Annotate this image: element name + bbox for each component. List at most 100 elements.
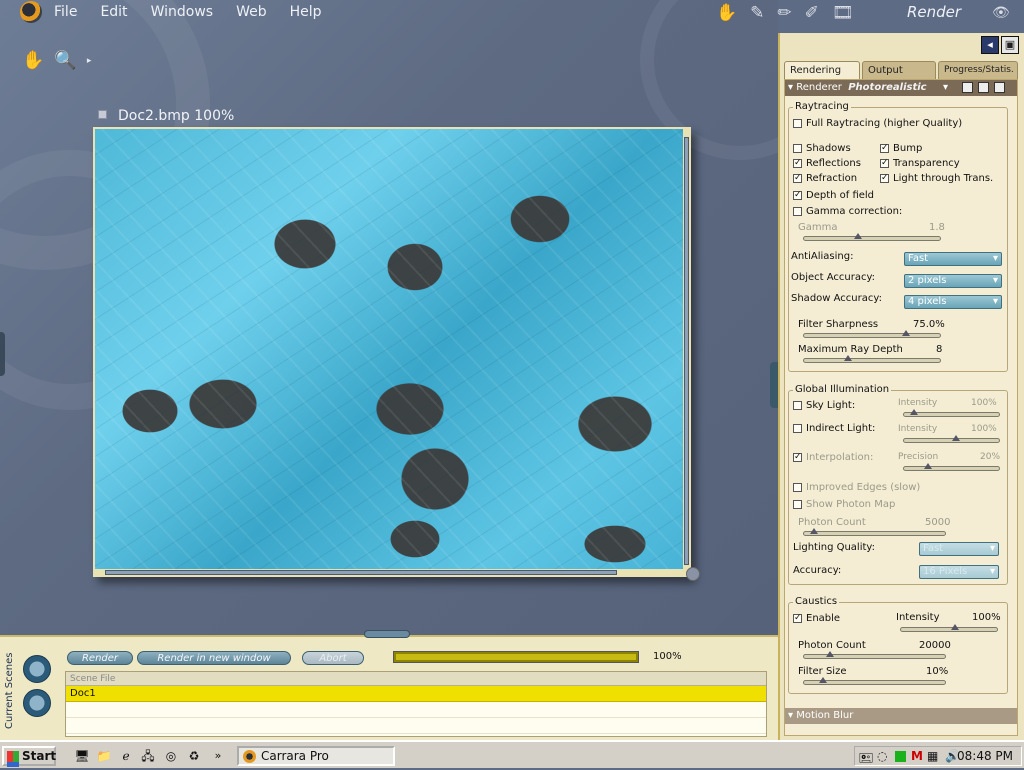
tab-progress[interactable]: Progress/Statis. [938,61,1018,79]
tools-more-arrow-icon[interactable]: ▸ [87,56,92,66]
render-room-icon[interactable]: 🎞 [832,3,854,23]
bump-checkbox[interactable]: ✓ Bump [880,143,922,154]
antialiasing-select[interactable]: Fast [904,252,1002,266]
caustics-intensity-slider[interactable] [900,624,998,632]
render-new-window-button[interactable]: Render in new window [137,651,291,665]
network-icon[interactable]: 🖧 [140,748,156,764]
indirect-light-checkbox[interactable]: Indirect Light: [793,423,875,434]
menu-help[interactable]: Help [290,4,322,20]
max-ray-depth-thumb[interactable] [844,355,852,361]
recycle-icon[interactable]: ♻ [186,748,202,764]
tab-rendering[interactable]: Rendering [784,61,860,79]
abort-button[interactable]: Abort [302,651,364,665]
sky-intensity-thumb[interactable] [910,409,918,415]
gamma-slider[interactable] [803,233,941,241]
left-drawer-handle[interactable] [0,332,5,376]
storyboard-room-icon[interactable]: ✏ [777,3,791,23]
menu-windows[interactable]: Windows [151,4,214,20]
app-quicklaunch-icon[interactable]: ◎ [163,748,179,764]
sky-light-checkbox[interactable]: Sky Light: [793,400,855,411]
document-close-box[interactable] [98,110,107,119]
caustics-filter-size-thumb[interactable] [819,677,827,683]
lighting-quality-select[interactable]: Fast [919,542,999,556]
model-room-icon[interactable]: ✎ [750,3,764,23]
caustics-photon-count-slider[interactable] [803,651,946,659]
tray-status-icon[interactable] [895,751,906,762]
improved-edges-checkbox[interactable]: Improved Edges (slow) [793,482,920,493]
renderer-mode[interactable]: Photorealistic [848,82,926,93]
gamma-correction-checkbox[interactable]: Gamma correction: [793,206,902,217]
tab-output[interactable]: Output [862,61,936,79]
texture-room-icon[interactable]: ✐ [805,3,819,23]
refraction-checkbox[interactable]: ✓ Refraction [793,173,857,184]
zoom-magnifier-icon[interactable]: 🔍 [54,50,76,71]
filter-sharpness-slider[interactable] [803,330,941,338]
tray-monitor-icon[interactable]: ▦ [927,749,938,763]
show-photon-map-checkbox[interactable]: Show Photon Map [793,499,895,510]
bottom-drawer-handle[interactable] [364,630,410,638]
precision-slider[interactable] [903,463,1000,471]
table-row[interactable]: Doc1 [66,686,766,702]
gamma-value: 1.8 [929,222,945,233]
quicklaunch-overflow-icon[interactable]: » [210,748,226,764]
assemble-room-icon[interactable]: ✋ [716,3,737,23]
tray-collapse-icon[interactable]: ◂ [981,36,999,54]
horizontal-scrollbar[interactable] [105,570,617,575]
caustics-intensity-value: 100% [972,612,1001,623]
reflections-label: Reflections [806,158,861,169]
transparency-checkbox[interactable]: ✓ Transparency [880,158,960,169]
explorer-icon[interactable]: 📁 [96,748,112,764]
gi-title: Global Illumination [793,384,892,395]
scene-image-icon[interactable] [23,655,51,683]
tray-m-icon[interactable]: M [911,749,923,763]
caustics-filter-size-slider[interactable] [803,677,946,685]
object-accuracy-select[interactable]: 2 pixels [904,274,1002,288]
shadow-accuracy-select[interactable]: 4 pixels [904,295,1002,309]
vertical-scrollbar[interactable] [684,137,689,565]
caustics-intensity-thumb[interactable] [951,624,959,630]
interpolation-checkbox[interactable]: ✓ Interpolation: [793,452,873,463]
caustics-enable-checkbox[interactable]: ✓ Enable [793,613,840,624]
preset-icon[interactable] [962,82,973,93]
carrara-logo-icon[interactable] [20,1,42,23]
menu-file[interactable]: File [54,4,77,20]
depth-of-field-checkbox[interactable]: ✓ Depth of field [793,190,874,201]
reflections-checkbox[interactable]: ✓ Reflections [793,158,861,169]
scene-table: Scene File Doc1 [65,671,767,737]
right-drawer-handle[interactable] [770,362,778,408]
gi-photon-count-thumb[interactable] [810,528,818,534]
shadows-checkbox[interactable]: Shadows [793,143,851,154]
gamma-slider-thumb[interactable] [854,233,862,239]
start-button[interactable]: Start [2,746,56,766]
precision-thumb[interactable] [924,463,932,469]
motion-blur-header[interactable]: ▾ Motion Blur [785,708,1017,724]
indirect-intensity-thumb[interactable] [952,435,960,441]
gi-photon-count-slider[interactable] [803,528,946,536]
eye-icon[interactable]: 👁 [992,5,1010,21]
tray-icon-1[interactable]: 🖭 [859,749,873,770]
delete-preset-icon[interactable] [994,82,1005,93]
filter-sharpness-thumb[interactable] [902,330,910,336]
sky-light-label: Sky Light: [806,400,856,411]
sky-intensity-slider[interactable] [903,409,1000,417]
scene-image-icon-2[interactable] [23,689,51,717]
max-ray-depth-slider[interactable] [803,355,941,363]
internet-explorer-icon[interactable]: ℯ [118,748,134,764]
full-raytracing-checkbox[interactable]: Full Raytracing (higher Quality) [793,118,962,129]
menu-web[interactable]: Web [236,4,267,20]
light-through-checkbox[interactable]: ✓ Light through Trans. [880,173,993,184]
renderer-dropdown-icon[interactable]: ▾ [943,80,948,96]
caustics-photon-count-thumb[interactable] [826,651,834,657]
carrara-task-button[interactable]: Carrara Pro [237,746,395,766]
save-preset-icon[interactable] [978,82,989,93]
resize-grip[interactable] [686,567,700,581]
renderer-header[interactable]: ▾ Renderer Photorealistic ▾ [785,80,1017,96]
pan-hand-icon[interactable]: ✋ [22,50,44,71]
tray-icon-2[interactable]: ◌ [877,749,887,763]
tray-window-icon[interactable]: ▣ [1001,36,1019,54]
gi-accuracy-select[interactable]: 16 Pixels [919,565,999,579]
render-button[interactable]: Render [67,651,133,665]
indirect-intensity-slider[interactable] [903,435,1000,443]
menu-edit[interactable]: Edit [100,4,127,20]
show-desktop-icon[interactable]: 🖥 [74,748,90,764]
